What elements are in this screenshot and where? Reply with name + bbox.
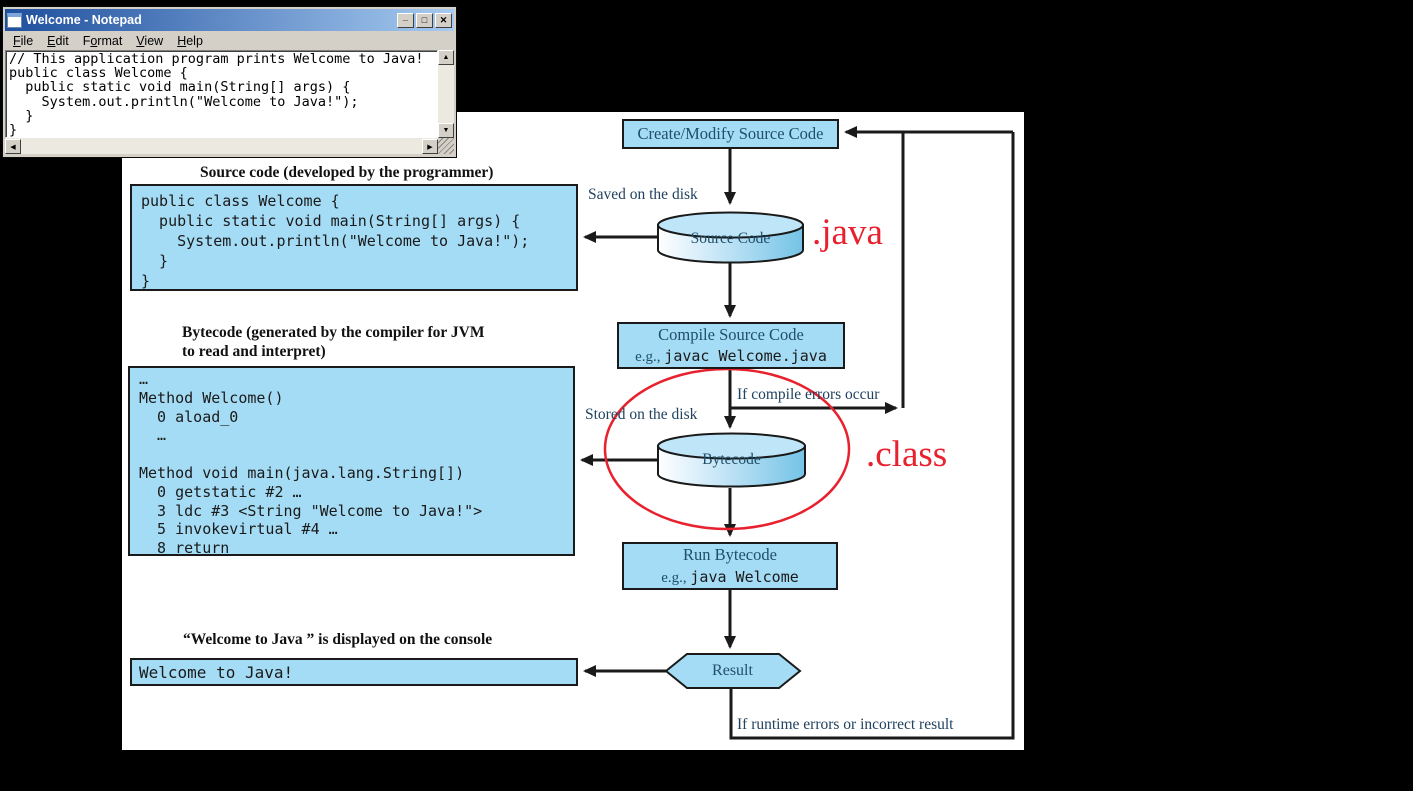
section-label-bytecode-line2: to read and interpret) [182,343,326,361]
menu-item-file[interactable]: File [6,33,40,49]
result-label: Result [666,662,799,680]
scroll-down-icon: ▼ [443,127,450,134]
notepad-editor[interactable]: // This application program prints Welco… [5,50,438,138]
minimize-icon: _ [403,13,408,22]
notepad-title: Welcome - Notepad [26,13,395,27]
run-eg-prefix: e.g., [661,570,690,586]
compile-box-title: Compile Source Code [619,324,843,345]
minimize-button[interactable]: _ [397,13,414,28]
close-icon: ✕ [440,16,448,25]
run-bytecode-box: Run Bytecode e.g., java Welcome [622,542,838,590]
scroll-up-icon: ▲ [443,54,450,61]
java-extension-label: .java [812,214,883,252]
close-button[interactable]: ✕ [435,13,452,28]
saved-on-disk-label: Saved on the disk [588,186,698,204]
compile-command: javac Welcome.java [664,347,827,365]
scroll-down-button[interactable]: ▼ [438,123,454,138]
scroll-left-button[interactable]: ◀ [5,139,21,154]
console-label: “Welcome to Java ” is displayed on the c… [183,631,492,649]
create-modify-label: Create/Modify Source Code [624,124,837,144]
notepad-code: // This application program prints Welco… [6,51,437,137]
scroll-right-button[interactable]: ▶ [422,139,438,154]
create-modify-box: Create/Modify Source Code [622,119,839,149]
scroll-right-icon: ▶ [427,143,432,151]
notepad-body: // This application program prints Welco… [5,50,454,154]
bytecode-text: … Method Welcome() 0 aload_0 … Method vo… [139,370,573,558]
stage: Source code (developed by the programmer… [0,0,1413,791]
vertical-scrollbar[interactable]: ▲ ▼ [438,50,454,138]
section-label-bytecode-line1: Bytecode (generated by the compiler for … [182,324,484,342]
source-code-box: public class Welcome { public static voi… [130,184,578,291]
bytecode-cylinder-label: Bytecode [658,451,805,469]
notepad-icon [7,13,22,28]
console-output: Welcome to Java! [139,660,576,685]
scroll-left-icon: ◀ [10,143,15,151]
notepad-titlebar[interactable]: Welcome - Notepad _ □ ✕ [5,9,454,31]
run-box-command-line: e.g., java Welcome [624,566,836,589]
menu-item-view[interactable]: View [129,33,170,49]
menu-item-edit[interactable]: Edit [40,33,76,49]
maximize-icon: □ [422,16,427,25]
scroll-up-button[interactable]: ▲ [438,50,454,65]
compile-box-command-line: e.g., javac Welcome.java [619,345,843,368]
source-code-text: public class Welcome { public static voi… [141,191,576,291]
notepad-window: Welcome - Notepad _ □ ✕ File Edit Format… [2,6,457,158]
source-cylinder-label: Source Code [658,230,803,248]
compile-box: Compile Source Code e.g., javac Welcome.… [617,322,845,369]
stored-on-disk-label: Stored on the disk [585,406,697,424]
class-extension-label: .class [866,436,947,474]
maximize-button[interactable]: □ [416,13,433,28]
if-compile-errors-label: If compile errors occur [737,386,879,404]
run-box-title: Run Bytecode [624,544,836,566]
notepad-menubar: File Edit Format View Help [5,31,454,50]
menu-item-help[interactable]: Help [170,33,210,49]
compile-eg-prefix: e.g., [635,349,664,365]
menu-item-format[interactable]: Format [76,33,130,49]
console-box: Welcome to Java! [130,658,578,686]
horizontal-scrollbar[interactable]: ◀ ▶ [5,138,438,154]
resize-grip[interactable] [438,138,454,154]
section-label-source: Source code (developed by the programmer… [200,164,493,182]
run-command: java Welcome [690,568,798,586]
if-runtime-errors-label: If runtime errors or incorrect result [737,716,953,734]
bytecode-box: … Method Welcome() 0 aload_0 … Method vo… [128,366,575,556]
